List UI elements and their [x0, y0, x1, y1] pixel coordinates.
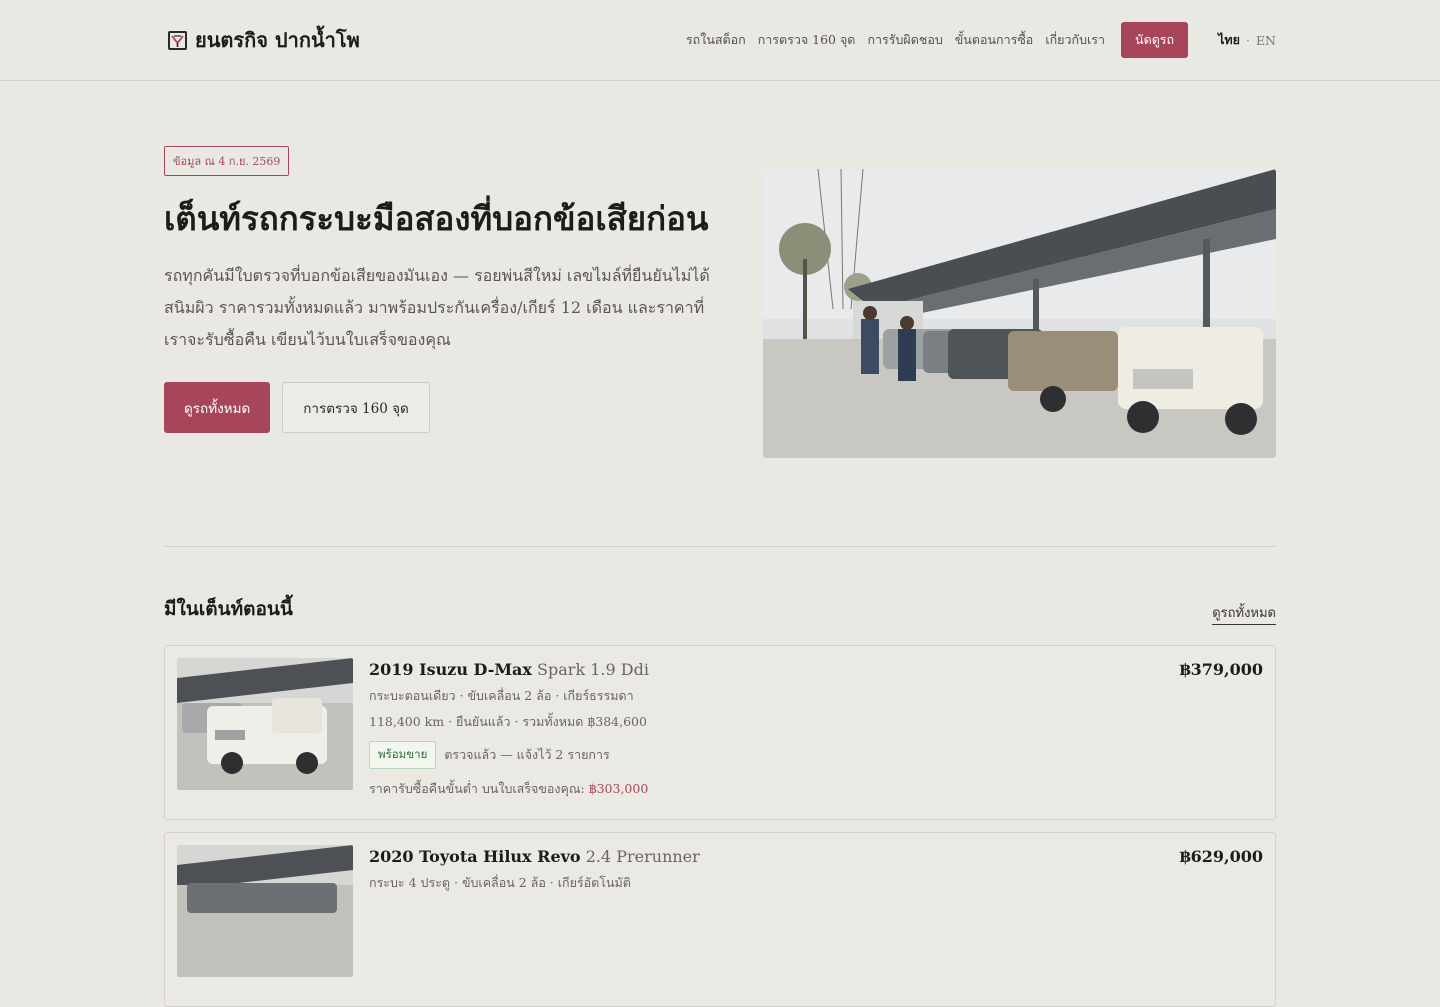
- lang-thai[interactable]: ไทย: [1218, 30, 1240, 50]
- inspection-160-button[interactable]: การตรวจ 160 จุด: [282, 382, 430, 433]
- listing-title: 2019 Isuzu D-Max Spark 1.9 Ddi: [369, 660, 1149, 679]
- listing-status-row: พร้อมขาย ตรวจแล้ว — แจ้งไว้ 2 รายการ: [369, 741, 1149, 769]
- brand-logo[interactable]: ยนตรกิจ ปากน้ำโพ: [168, 24, 360, 56]
- nav-item-inspection[interactable]: การตรวจ 160 จุด: [758, 30, 856, 50]
- hero-section: ข้อมูล ณ 4 ก.ย. 2569 เต็นท์รถกระบะมือสอง…: [164, 146, 724, 433]
- buyback-line: ราคารับซื้อคืนขั้นต่ำ บนใบเสร็จของคุณ: ฿…: [369, 779, 1149, 799]
- language-switcher: ไทย · EN: [1218, 30, 1276, 50]
- listing-trim: 2.4 Prerunner: [585, 847, 700, 866]
- listing-card[interactable]: 2019 Isuzu D-Max Spark 1.9 Ddi กระบะตอนเ…: [164, 645, 1276, 820]
- buyback-label: ราคารับซื้อคืนขั้นต่ำ บนใบเสร็จของคุณ:: [369, 781, 585, 796]
- nav-item-about[interactable]: เกี่ยวกับเรา: [1045, 30, 1105, 50]
- brand-name: ยนตรกิจ ปากน้ำโพ: [195, 28, 360, 52]
- hero-lot-photo: [763, 169, 1276, 458]
- listing-photo: [177, 845, 353, 977]
- data-date-badge: ข้อมูล ณ 4 ก.ย. 2569: [164, 146, 290, 176]
- checkbox-logo-icon: [168, 30, 187, 50]
- see-all-cars-link[interactable]: ดูรถทั้งหมด: [1212, 602, 1276, 625]
- listing-mileage-total: 118,400 km · ยืนยันแล้ว · รวมทั้งหมด ฿38…: [369, 714, 647, 729]
- buyback-amount: ฿303,000: [588, 781, 649, 796]
- section-divider: [164, 546, 1276, 547]
- lang-separator: ·: [1245, 32, 1250, 48]
- view-all-cars-button[interactable]: ดูรถทั้งหมด: [164, 382, 271, 433]
- hero-buttons: ดูรถทั้งหมด การตรวจ 160 จุด: [164, 382, 724, 433]
- status-badge: พร้อมขาย: [369, 741, 437, 769]
- inventory-section-title: มีในเต็นท์ตอนนี้: [164, 598, 293, 620]
- inspection-note: ตรวจแล้ว — แจ้งไว้ 2 รายการ: [444, 747, 610, 762]
- listing-spec: กระบะ 4 ประตู · ขับเคลื่อน 2 ล้อ · เกียร…: [369, 875, 631, 890]
- listing-details: 2019 Isuzu D-Max Spark 1.9 Ddi กระบะตอนเ…: [369, 660, 1149, 799]
- nav-item-responsibility[interactable]: การรับผิดชอบ: [867, 30, 942, 50]
- hero-title: เต็นท์รถกระบะมือสองที่บอกข้อเสียก่อน: [164, 199, 709, 238]
- listing-photo: [177, 658, 353, 790]
- nav-item-buying-steps[interactable]: ขั้นตอนการซื้อ: [955, 30, 1034, 50]
- listing-card[interactable]: 2020 Toyota Hilux Revo 2.4 Prerunner กระ…: [164, 832, 1276, 1007]
- listing-trim: Spark 1.9 Ddi: [537, 660, 649, 679]
- listing-title: 2020 Toyota Hilux Revo 2.4 Prerunner: [369, 847, 1149, 866]
- listing-price: ฿379,000: [1179, 660, 1264, 679]
- book-viewing-button[interactable]: นัดดูรถ: [1121, 22, 1189, 58]
- hero-description: รถทุกคันมีใบตรวจที่บอกข้อเสียของมันเอง —…: [164, 266, 710, 349]
- listing-price: ฿629,000: [1179, 847, 1264, 866]
- lang-english[interactable]: EN: [1256, 33, 1276, 48]
- listing-model: 2019 Isuzu D-Max: [369, 660, 532, 679]
- nav-item-stock[interactable]: รถในสต็อก: [686, 30, 746, 50]
- listing-details: 2020 Toyota Hilux Revo 2.4 Prerunner กระ…: [369, 847, 1149, 892]
- main-nav: รถในสต็อก การตรวจ 160 จุด การรับผิดชอบ ข…: [674, 22, 1276, 58]
- listing-spec: กระบะตอนเดียว · ขับเคลื่อน 2 ล้อ · เกียร…: [369, 688, 634, 703]
- site-header: ยนตรกิจ ปากน้ำโพ รถในสต็อก การตรวจ 160 จ…: [0, 0, 1440, 81]
- listing-model: 2020 Toyota Hilux Revo: [369, 847, 581, 866]
